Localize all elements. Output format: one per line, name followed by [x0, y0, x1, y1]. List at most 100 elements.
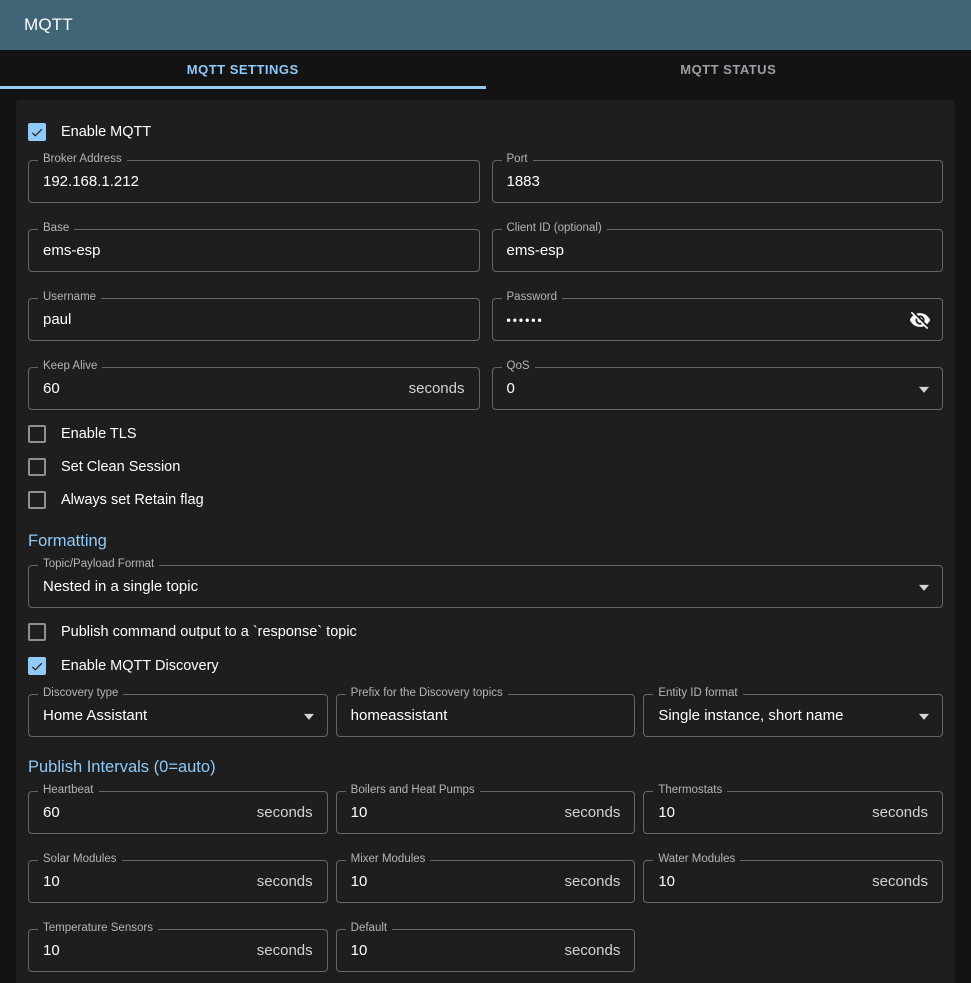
- visibility-off-icon[interactable]: [908, 308, 932, 332]
- mixer-interval-value: 10: [351, 873, 368, 890]
- keep-alive-unit: seconds: [409, 380, 465, 397]
- boilers-interval-field[interactable]: Boilers and Heat Pumps 10 seconds: [336, 791, 636, 834]
- discovery-type-select[interactable]: Discovery type Home Assistant: [28, 694, 328, 737]
- temperature-sensors-interval-field[interactable]: Temperature Sensors 10 seconds: [28, 929, 328, 972]
- tab-mqtt-settings-label: MQTT SETTINGS: [187, 62, 299, 77]
- broker-address-label: Broker Address: [38, 153, 127, 165]
- tab-bar: MQTT SETTINGS MQTT STATUS: [0, 50, 971, 89]
- discovery-type-value: Home Assistant: [43, 707, 147, 724]
- default-interval-unit: seconds: [564, 942, 620, 959]
- heartbeat-label: Heartbeat: [38, 784, 99, 796]
- tab-mqtt-settings[interactable]: MQTT SETTINGS: [0, 50, 486, 89]
- enable-tls-label: Enable TLS: [61, 426, 137, 442]
- topic-payload-format-select[interactable]: Topic/Payload Format Nested in a single …: [28, 565, 943, 608]
- client-id-field[interactable]: Client ID (optional) ems-esp: [492, 229, 944, 272]
- discovery-prefix-value: homeassistant: [351, 707, 448, 724]
- tab-mqtt-status-label: MQTT STATUS: [680, 62, 776, 77]
- mixer-interval-field[interactable]: Mixer Modules 10 seconds: [336, 860, 636, 903]
- password-value: ••••••: [507, 313, 544, 327]
- mqtt-settings-panel: Enable MQTT Broker Address 192.168.1.212…: [16, 100, 955, 983]
- topic-payload-format-value: Nested in a single topic: [43, 578, 198, 595]
- discovery-prefix-field[interactable]: Prefix for the Discovery topics homeassi…: [336, 694, 636, 737]
- boilers-interval-value: 10: [351, 804, 368, 821]
- set-clean-session-checkbox[interactable]: Set Clean Session: [28, 457, 180, 477]
- password-field[interactable]: Password ••••••: [492, 298, 944, 341]
- checkbox-unchecked-icon: [28, 425, 46, 443]
- client-id-label: Client ID (optional): [502, 222, 607, 234]
- arrow-drop-down-icon: [919, 386, 929, 392]
- discovery-type-label: Discovery type: [38, 687, 123, 699]
- arrow-drop-down-icon: [919, 584, 929, 590]
- solar-interval-unit: seconds: [257, 873, 313, 890]
- thermostats-interval-field[interactable]: Thermostats 10 seconds: [643, 791, 943, 834]
- default-interval-value: 10: [351, 942, 368, 959]
- checkbox-checked-icon: [28, 657, 46, 675]
- water-interval-unit: seconds: [872, 873, 928, 890]
- port-field[interactable]: Port 1883: [492, 160, 944, 203]
- heartbeat-field[interactable]: Heartbeat 60 seconds: [28, 791, 328, 834]
- username-value: paul: [43, 311, 71, 328]
- heartbeat-value: 60: [43, 804, 60, 821]
- entity-id-format-select[interactable]: Entity ID format Single instance, short …: [643, 694, 943, 737]
- page-title: MQTT: [24, 15, 73, 35]
- enable-mqtt-label: Enable MQTT: [61, 124, 151, 140]
- boilers-interval-unit: seconds: [564, 804, 620, 821]
- water-interval-value: 10: [658, 873, 675, 890]
- checkbox-unchecked-icon: [28, 491, 46, 509]
- checkbox-unchecked-icon: [28, 458, 46, 476]
- keep-alive-label: Keep Alive: [38, 360, 102, 372]
- enable-mqtt-discovery-label: Enable MQTT Discovery: [61, 658, 219, 674]
- discovery-prefix-label: Prefix for the Discovery topics: [346, 687, 508, 699]
- port-value: 1883: [507, 173, 540, 190]
- keep-alive-field[interactable]: Keep Alive 60 seconds: [28, 367, 480, 410]
- default-interval-label: Default: [346, 922, 392, 934]
- enable-tls-checkbox[interactable]: Enable TLS: [28, 424, 137, 444]
- app-bar: MQTT: [0, 0, 971, 50]
- qos-label: QoS: [502, 360, 535, 372]
- thermostats-interval-label: Thermostats: [653, 784, 727, 796]
- arrow-drop-down-icon: [919, 713, 929, 719]
- arrow-drop-down-icon: [304, 713, 314, 719]
- thermostats-interval-unit: seconds: [872, 804, 928, 821]
- publish-response-checkbox[interactable]: Publish command output to a `response` t…: [28, 622, 357, 642]
- solar-interval-value: 10: [43, 873, 60, 890]
- entity-id-format-value: Single instance, short name: [658, 707, 843, 724]
- username-field[interactable]: Username paul: [28, 298, 480, 341]
- port-label: Port: [502, 153, 533, 165]
- username-label: Username: [38, 291, 101, 303]
- qos-select[interactable]: QoS 0: [492, 367, 944, 410]
- temperature-sensors-interval-value: 10: [43, 942, 60, 959]
- enable-mqtt-discovery-checkbox[interactable]: Enable MQTT Discovery: [28, 656, 219, 676]
- always-set-retain-flag-checkbox[interactable]: Always set Retain flag: [28, 490, 204, 510]
- boilers-interval-label: Boilers and Heat Pumps: [346, 784, 480, 796]
- broker-address-value: 192.168.1.212: [43, 173, 139, 190]
- password-label: Password: [502, 291, 563, 303]
- always-set-retain-flag-label: Always set Retain flag: [61, 492, 204, 508]
- client-id-value: ems-esp: [507, 242, 565, 259]
- water-interval-field[interactable]: Water Modules 10 seconds: [643, 860, 943, 903]
- broker-address-field[interactable]: Broker Address 192.168.1.212: [28, 160, 480, 203]
- heartbeat-unit: seconds: [257, 804, 313, 821]
- thermostats-interval-value: 10: [658, 804, 675, 821]
- temperature-sensors-interval-unit: seconds: [257, 942, 313, 959]
- qos-value: 0: [507, 380, 515, 397]
- solar-interval-label: Solar Modules: [38, 853, 122, 865]
- publish-response-label: Publish command output to a `response` t…: [61, 624, 357, 640]
- solar-interval-field[interactable]: Solar Modules 10 seconds: [28, 860, 328, 903]
- water-interval-label: Water Modules: [653, 853, 740, 865]
- tab-mqtt-status[interactable]: MQTT STATUS: [486, 50, 971, 89]
- keep-alive-value: 60: [43, 380, 60, 397]
- enable-mqtt-checkbox[interactable]: Enable MQTT: [28, 122, 151, 142]
- entity-id-format-label: Entity ID format: [653, 687, 742, 699]
- mixer-interval-label: Mixer Modules: [346, 853, 431, 865]
- set-clean-session-label: Set Clean Session: [61, 459, 180, 475]
- checkbox-checked-icon: [28, 123, 46, 141]
- temperature-sensors-interval-label: Temperature Sensors: [38, 922, 158, 934]
- topic-payload-format-label: Topic/Payload Format: [38, 558, 159, 570]
- base-field[interactable]: Base ems-esp: [28, 229, 480, 272]
- publish-intervals-heading: Publish Intervals (0=auto): [28, 758, 943, 777]
- default-interval-field[interactable]: Default 10 seconds: [336, 929, 636, 972]
- base-label: Base: [38, 222, 74, 234]
- checkbox-unchecked-icon: [28, 623, 46, 641]
- formatting-heading: Formatting: [28, 532, 943, 551]
